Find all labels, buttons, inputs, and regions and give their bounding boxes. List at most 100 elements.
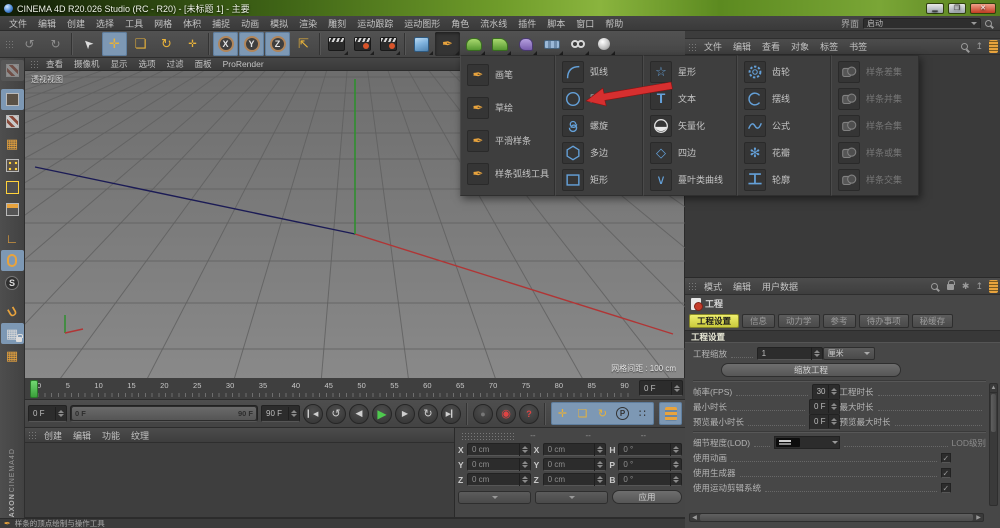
lock-workplane-button[interactable]: ▦ bbox=[1, 323, 24, 344]
tab-referencing[interactable]: 参考 bbox=[823, 314, 856, 328]
undo-button[interactable]: ↺ bbox=[17, 32, 42, 56]
scene-browser-icon[interactable]: ↥ bbox=[975, 41, 983, 52]
render-picture-viewer-button[interactable] bbox=[350, 32, 375, 56]
menu-item[interactable]: 捕捉 bbox=[207, 16, 235, 31]
current-frame-spinner[interactable]: 0 F bbox=[639, 380, 683, 396]
min-time-field[interactable]: 0 F bbox=[809, 399, 840, 415]
rotation-b-field[interactable]: 0 ° bbox=[618, 473, 682, 486]
playhead[interactable] bbox=[30, 380, 38, 398]
material-list-area[interactable] bbox=[25, 443, 454, 517]
goto-start-button[interactable]: ▎◀ bbox=[303, 404, 323, 424]
spinner-arrows-icon[interactable] bbox=[670, 443, 679, 456]
menu-item[interactable]: 运动跟踪 bbox=[352, 16, 398, 31]
search-icon[interactable] bbox=[931, 283, 938, 290]
panel-grip[interactable] bbox=[30, 60, 38, 68]
menu-item[interactable]: 帮助 bbox=[600, 16, 628, 31]
record-keyframe-button[interactable]: ◉ bbox=[496, 404, 516, 424]
spinner-arrows-icon[interactable] bbox=[288, 407, 297, 420]
lock-y-axis-button[interactable]: Y bbox=[239, 32, 264, 56]
panel-grip[interactable] bbox=[461, 432, 516, 440]
material-menu-item[interactable]: 功能 bbox=[97, 428, 125, 443]
spinner-arrows-icon[interactable] bbox=[670, 473, 679, 486]
subdivision-surface-button[interactable] bbox=[461, 32, 486, 56]
panel-grip[interactable] bbox=[688, 43, 696, 51]
menu-item[interactable]: 角色 bbox=[446, 16, 474, 31]
make-editable-button[interactable] bbox=[1, 60, 24, 81]
scroll-right-icon[interactable]: ▶ bbox=[974, 514, 983, 521]
menu-item-n-side[interactable]: 多边 bbox=[558, 139, 640, 166]
next-frame-button[interactable]: ▶ bbox=[395, 404, 415, 424]
key-pla-toggle[interactable]: ∷ bbox=[633, 404, 652, 423]
size-y-field[interactable]: 0 cm bbox=[543, 458, 607, 471]
search-icon[interactable] bbox=[961, 43, 968, 50]
menu-item-profile[interactable]: 工 轮廓 bbox=[740, 166, 828, 193]
range-end-spinner[interactable]: 90 F bbox=[261, 405, 300, 422]
spinner-arrows-icon[interactable] bbox=[594, 458, 603, 471]
spline-pen-button[interactable]: ✒ bbox=[435, 32, 460, 56]
key-rotation-toggle[interactable]: ↻ bbox=[593, 404, 612, 423]
menu-item[interactable]: 插件 bbox=[513, 16, 541, 31]
play-button[interactable]: ▶ bbox=[372, 404, 392, 424]
use-animation-checkbox[interactable]: ✓ bbox=[941, 453, 951, 463]
object-menu-item[interactable]: 查看 bbox=[757, 39, 785, 54]
maximize-button[interactable]: ❐ bbox=[948, 3, 966, 14]
menu-item[interactable]: 选择 bbox=[91, 16, 119, 31]
menu-item[interactable]: 动画 bbox=[236, 16, 264, 31]
spinner-arrows-icon[interactable] bbox=[811, 347, 820, 360]
play-backward-button[interactable]: ↺ bbox=[326, 404, 346, 424]
position-header[interactable]: -- bbox=[516, 431, 571, 440]
menu-item-cogwheel[interactable]: 齿轮 bbox=[740, 58, 828, 85]
coordinate-system-button[interactable]: ⇱ bbox=[291, 32, 316, 56]
fps-field[interactable]: 30 bbox=[812, 384, 840, 400]
viewport-solo-button[interactable] bbox=[1, 250, 24, 271]
add-primitive-button[interactable] bbox=[409, 32, 434, 56]
use-generators-checkbox[interactable]: ✓ bbox=[941, 468, 951, 478]
object-menu-item[interactable]: 书签 bbox=[844, 39, 872, 54]
gear-icon[interactable]: ✱ bbox=[962, 281, 970, 292]
spinner-arrows-icon[interactable] bbox=[519, 473, 528, 486]
horizontal-scrollbar[interactable]: ◀ ▶ bbox=[689, 513, 984, 522]
project-settings-section-header[interactable]: 工程设置 bbox=[685, 330, 1000, 343]
menu-item[interactable]: 窗口 bbox=[571, 16, 599, 31]
pen-tool-menu-item[interactable]: ✒ 画笔 bbox=[463, 58, 552, 91]
position-z-field[interactable]: 0 cm bbox=[467, 473, 531, 486]
pen-tool-menu-item[interactable]: ✒ 平滑样条 bbox=[463, 124, 552, 157]
tab-cache[interactable]: 秘缓存 bbox=[912, 314, 954, 328]
attribute-menu-item[interactable]: 用户数据 bbox=[757, 279, 803, 294]
project-scale-field[interactable]: 1 bbox=[757, 347, 823, 360]
menu-item[interactable]: 体积 bbox=[178, 16, 206, 31]
menu-item[interactable]: 脚本 bbox=[542, 16, 570, 31]
scroll-left-icon[interactable]: ◀ bbox=[690, 514, 699, 521]
scrollbar-thumb[interactable] bbox=[991, 394, 996, 432]
keyframe-stack-button[interactable] bbox=[661, 404, 680, 423]
scrollbar-thumb[interactable] bbox=[700, 514, 973, 521]
enable-snap-button[interactable]: U bbox=[1, 301, 24, 322]
render-view-button[interactable] bbox=[324, 32, 349, 56]
size-x-field[interactable]: 0 cm bbox=[543, 443, 607, 456]
material-menu-item[interactable]: 纹理 bbox=[126, 428, 154, 443]
material-menu-item[interactable]: 编辑 bbox=[68, 428, 96, 443]
range-slider-handle[interactable]: 0 F 90 F bbox=[72, 407, 256, 420]
tab-project-settings[interactable]: 工程设置 bbox=[689, 314, 739, 328]
menu-item-cycloid[interactable]: 摆线 bbox=[740, 85, 828, 112]
live-selection-button[interactable]: ➤ bbox=[76, 32, 101, 56]
vertical-scrollbar[interactable]: ▲ bbox=[989, 383, 998, 506]
menu-item-cissoid[interactable]: ∨ 蔓叶类曲线 bbox=[646, 166, 734, 193]
rotate-tool-button[interactable]: ↻ bbox=[154, 32, 179, 56]
menu-item[interactable]: 创建 bbox=[62, 16, 90, 31]
preview-range-slider[interactable]: 0 F 90 F bbox=[70, 405, 258, 422]
light-button[interactable] bbox=[591, 32, 616, 56]
apply-button[interactable]: 应用 bbox=[612, 490, 682, 504]
menu-item-flower[interactable]: ✻ 花瓣 bbox=[740, 139, 828, 166]
key-position-toggle[interactable]: ✛ bbox=[553, 404, 572, 423]
scale-tool-button[interactable]: ❏ bbox=[128, 32, 153, 56]
object-menu-item[interactable]: 对象 bbox=[786, 39, 814, 54]
size-z-field[interactable]: 0 cm bbox=[543, 473, 607, 486]
polygons-mode-button[interactable] bbox=[1, 199, 24, 220]
spinner-arrows-icon[interactable] bbox=[519, 443, 528, 456]
lock-icon[interactable] bbox=[947, 284, 954, 290]
enable-axis-button[interactable]: ∟ bbox=[1, 228, 24, 249]
viewport-menu-item[interactable]: 面板 bbox=[190, 57, 217, 71]
menu-item[interactable]: 网格 bbox=[149, 16, 177, 31]
spinner-arrows-icon[interactable] bbox=[55, 407, 64, 420]
